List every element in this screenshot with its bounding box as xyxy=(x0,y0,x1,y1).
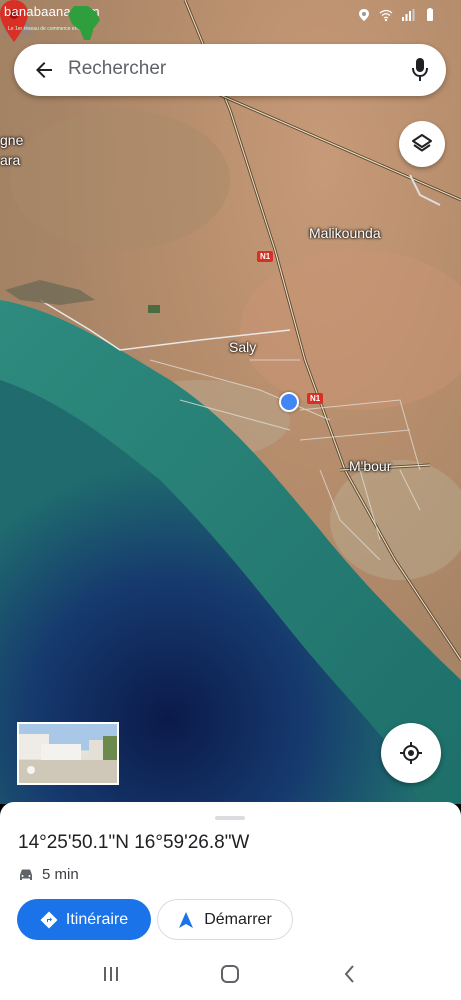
status-icons xyxy=(357,8,437,22)
layers-icon xyxy=(412,134,432,152)
africa-logo-icon xyxy=(68,6,100,40)
directions-icon xyxy=(40,911,58,928)
my-location-button[interactable] xyxy=(381,723,441,783)
car-icon xyxy=(20,869,32,880)
home-icon[interactable] xyxy=(218,962,242,986)
location-status-icon xyxy=(359,9,369,21)
street-view-preview xyxy=(19,734,117,783)
my-location-dot xyxy=(279,392,299,412)
directions-button[interactable]: Itinéraire xyxy=(17,899,151,940)
navigation-arrow-icon xyxy=(179,911,194,928)
map-label-mbour[interactable]: M'bour xyxy=(349,458,391,474)
status-bar: banabaana.com Le 1er réseau de commerce … xyxy=(0,0,461,40)
signal-icon xyxy=(402,9,415,21)
map-view[interactable]: gne ara Malikounda Saly M'bour N1 N1 xyxy=(0,0,461,804)
street-view-thumbnail[interactable] xyxy=(17,722,119,785)
start-label: Démarrer xyxy=(204,910,272,928)
recents-icon[interactable] xyxy=(99,962,123,986)
place-coordinates: 14°25'50.1"N 16°59'26.8"W xyxy=(18,832,250,853)
search-input[interactable]: Rechercher xyxy=(68,58,166,80)
map-label-saly[interactable]: Saly xyxy=(229,339,256,355)
map-canvas xyxy=(0,0,461,804)
back-icon[interactable] xyxy=(338,962,362,986)
travel-time: 5 min xyxy=(42,866,79,883)
mic-icon[interactable] xyxy=(410,57,430,83)
map-label-partial-1: gne xyxy=(0,132,24,148)
sheet-drag-handle[interactable] xyxy=(215,816,245,820)
search-bar[interactable]: Rechercher xyxy=(14,44,446,96)
map-label-malikounda[interactable]: Malikounda xyxy=(309,225,381,241)
layers-button[interactable] xyxy=(399,121,445,167)
system-nav-bar xyxy=(0,950,461,1000)
directions-label: Itinéraire xyxy=(65,910,129,928)
travel-time-row: 5 min xyxy=(18,866,79,883)
start-button[interactable]: Démarrer xyxy=(157,899,293,940)
back-arrow-icon[interactable] xyxy=(32,58,56,82)
locate-icon xyxy=(400,742,422,764)
wifi-icon xyxy=(379,9,393,22)
watermark: banabaana.com Le 1er réseau de commerce … xyxy=(2,2,102,42)
road-badge-n1: N1 xyxy=(257,251,274,262)
road-badge-n1: N1 xyxy=(307,393,324,404)
map-label-partial-2: ara xyxy=(0,152,21,168)
battery-icon xyxy=(427,8,433,21)
